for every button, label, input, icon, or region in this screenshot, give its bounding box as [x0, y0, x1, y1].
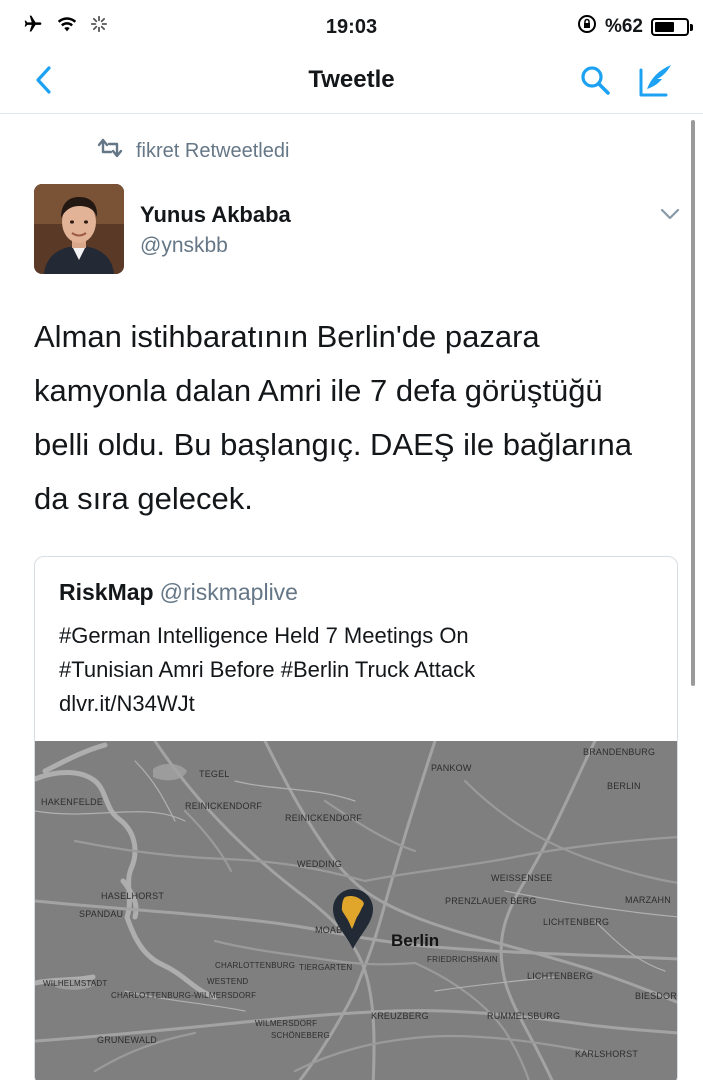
tweet-text: Alman istihbaratının Berlin'de pazara ka…: [34, 319, 632, 516]
nav-bar: Tweetle: [0, 52, 703, 114]
retweet-icon: [96, 138, 124, 164]
scrollbar[interactable]: [691, 120, 695, 686]
status-bar: 19:03 %62: [0, 0, 703, 52]
back-button[interactable]: [28, 64, 58, 100]
tweet-options-button[interactable]: [656, 204, 684, 228]
back-chevron-icon: [34, 65, 52, 100]
compose-button[interactable]: [634, 60, 678, 104]
compose-icon: [637, 62, 675, 103]
quoted-tweet-card[interactable]: RiskMap @riskmaplive #German Intelligence…: [34, 556, 678, 1080]
map-image[interactable]: PANKOW BRANDENBURG BERLIN TEGEL HAKENFELDE RE…: [35, 739, 677, 1080]
retweet-context[interactable]: fikret Retweetledi: [96, 138, 289, 164]
search-button[interactable]: [576, 62, 614, 102]
quoted-tweet-text: #German Intelligence Held 7 Meetings On …: [59, 623, 476, 716]
battery-icon: [651, 17, 693, 36]
status-right: %62: [577, 14, 693, 39]
author-name[interactable]: Yunus Akbaba: [140, 202, 291, 228]
chevron-down-icon: [660, 207, 680, 225]
rotation-lock-icon: [577, 14, 597, 39]
author-handle[interactable]: @ynskbb: [140, 234, 228, 258]
retweet-label: fikret Retweetledi: [136, 139, 290, 162]
battery-fill: [655, 21, 674, 32]
quoted-tweet-header: RiskMap @riskmaplive: [59, 579, 298, 606]
battery-percent: %62: [604, 15, 643, 37]
quoted-author-name: RiskMap: [59, 579, 154, 605]
search-icon: [579, 64, 611, 101]
avatar[interactable]: [34, 184, 124, 274]
quoted-author-handle: @riskmaplive: [159, 579, 298, 605]
